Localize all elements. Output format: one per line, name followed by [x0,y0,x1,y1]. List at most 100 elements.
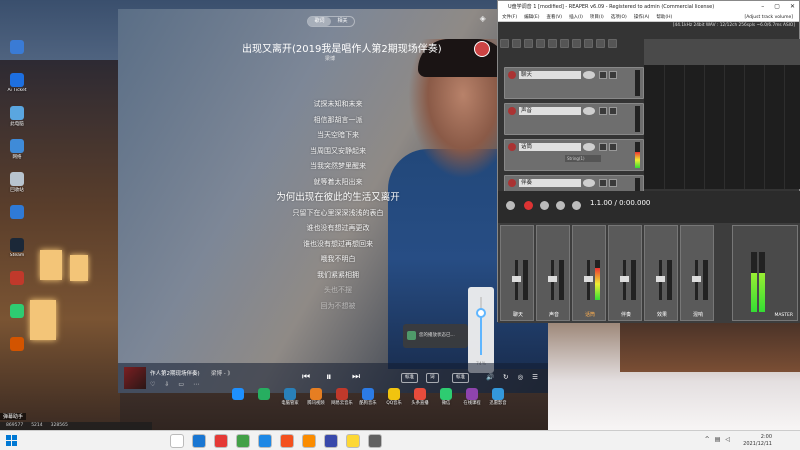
player-mode-toggle[interactable]: 歌词 相关 [307,16,355,27]
tray-arrow-icon[interactable]: ^ [705,436,710,443]
grid-icon[interactable] [572,39,581,48]
volume-slider-track[interactable] [480,297,482,355]
pause-icon[interactable]: ⏸ [326,370,332,384]
taskbar-app-icon[interactable] [214,434,228,448]
menu-item[interactable]: 项目(I) [590,13,604,21]
ripple-icon[interactable] [596,39,605,48]
menu-item[interactable]: 编辑(E) [524,13,539,21]
undo-icon[interactable] [548,39,557,48]
desktop-shortcut[interactable]: 电脑管家 [278,388,302,406]
taskbar-app-icon[interactable] [280,434,294,448]
next-track-icon[interactable]: ⏭ [352,372,360,382]
playlist-icon[interactable]: ☰ [532,373,538,381]
track-name[interactable]: 伴奏 [519,179,581,187]
fader-handle[interactable] [620,276,629,282]
desktop-icon[interactable]: 此电脑 [4,106,30,127]
track-header[interactable]: 话筒 String(1) [504,139,644,171]
track-fx-chain[interactable]: String(1) [565,155,601,162]
volume-icon[interactable]: 🔊 [486,373,494,381]
quality-badge-2[interactable]: 标准 [452,373,469,383]
solo-icon[interactable] [609,179,617,187]
quality-badge[interactable]: 标准 [401,373,418,383]
record-arm-icon[interactable] [508,179,516,187]
desktop-shortcut[interactable]: QQ音乐 [382,388,406,406]
fader-handle[interactable] [692,276,701,282]
fader-handle[interactable] [548,276,557,282]
taskbar-app-icon[interactable] [192,434,206,448]
mixer-strip[interactable]: 效果 [644,225,678,321]
mixer-strip[interactable]: 话筒 [572,225,606,321]
now-playing-artist[interactable]: 梁博 - 》 [211,369,233,377]
comment-icon[interactable]: ▭ [178,381,184,388]
desktop-shortcut[interactable]: 在线课程 [460,388,484,406]
music-player-window[interactable]: 歌词 相关 ◈ – ▢ ✕ 出现又离开(2019我是唱作人第2期现场伴奏) 梁博… [118,9,548,393]
snap-icon[interactable] [584,39,593,48]
menu-item[interactable]: 查看(V) [546,13,562,21]
desktop-icon[interactable] [4,40,30,55]
more-icon[interactable]: ⋯ [193,381,199,388]
download-icon[interactable]: ⇩ [164,381,169,388]
menu-item[interactable]: 插入(I) [569,13,583,21]
settings-icon[interactable] [536,39,545,48]
menu-item[interactable]: 文件(F) [502,13,517,21]
save-project-icon[interactable] [524,39,533,48]
taskbar-app-icon[interactable] [302,434,316,448]
like-icon[interactable]: ♡ [150,381,155,388]
desktop-icon[interactable] [4,205,30,220]
desktop-shortcut[interactable] [252,388,276,406]
play-icon[interactable] [540,201,549,210]
mixer-strip[interactable]: 聊天 [500,225,534,321]
track-volume-knob[interactable] [583,71,595,79]
mixer-strip[interactable]: 伴奏 [608,225,642,321]
menu-item[interactable]: 选项(O) [611,13,627,21]
desktop-icon[interactable]: 网络 [4,139,30,160]
track-volume-knob[interactable] [583,107,595,115]
go-to-start-icon[interactable] [506,201,515,210]
network-icon[interactable]: ▤ [715,436,721,443]
close-icon[interactable]: ✕ [790,1,795,13]
mute-icon[interactable] [599,71,607,79]
record-arm-icon[interactable] [508,71,516,79]
menu-item[interactable]: 帮助(H) [656,13,672,21]
track-volume-knob[interactable] [583,179,595,187]
album-cover[interactable] [124,367,146,389]
taskbar-app-icon[interactable] [236,434,250,448]
menu-item[interactable]: 操作(A) [634,13,650,21]
desktop-shortcut[interactable]: 迅雷影音 [486,388,510,406]
fader-handle[interactable] [512,276,521,282]
speaker-icon[interactable]: ◁ [725,436,730,443]
fader-handle[interactable] [584,276,593,282]
desktop-icon[interactable]: 回收站 [4,172,30,193]
skin-icon[interactable]: ◈ [480,14,486,23]
volume-slider-handle[interactable] [476,308,486,319]
open-project-icon[interactable] [512,39,521,48]
taskbar-app-icon[interactable] [258,434,272,448]
desktop-shortcut[interactable] [226,388,250,406]
desktop-icon[interactable] [4,271,30,286]
lyric-badge[interactable]: 词 [426,373,439,383]
master-strip[interactable]: MASTER [732,225,798,321]
fader-handle[interactable] [656,276,665,282]
desktop-shortcut[interactable]: 头条直播 [408,388,432,406]
mute-icon[interactable] [599,107,607,115]
redo-icon[interactable] [560,39,569,48]
new-project-icon[interactable] [500,39,509,48]
track-header[interactable]: 聊天 [504,67,644,99]
track-header[interactable]: 声音 [504,103,644,135]
desktop-icon[interactable]: Ai Ticket [4,73,30,93]
arrange-view[interactable] [644,65,800,189]
desktop-shortcut[interactable]: 网易云音乐 [330,388,354,406]
mode-tab-lyrics[interactable]: 歌词 [308,17,331,26]
desktop-shortcut[interactable]: 微信 [434,388,458,406]
record-icon[interactable] [524,201,533,210]
windows-start-icon[interactable] [6,435,18,447]
taskbar-app-icon[interactable] [324,434,338,448]
loop-icon[interactable]: ↻ [503,373,508,381]
mixer-strip[interactable]: 声音 [536,225,570,321]
minimize-icon[interactable]: – [761,1,764,13]
taskbar-app-icon[interactable] [368,434,382,448]
reaper-window[interactable]: U盘学调音 1 [modified] - REAPER v6.09 - Regi… [497,0,800,323]
stop-icon[interactable] [556,201,565,210]
volume-popup[interactable]: 74% [468,287,494,373]
desktop-icon[interactable] [4,337,30,352]
